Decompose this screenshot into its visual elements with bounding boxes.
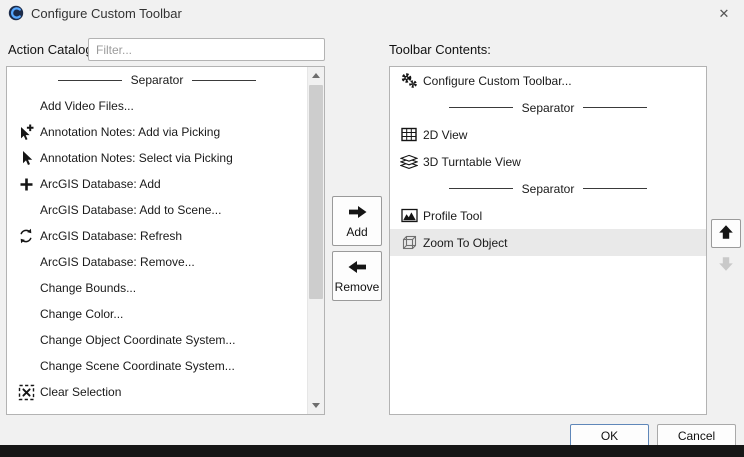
triangle-up-icon [312, 73, 320, 78]
move-up-button[interactable] [711, 219, 741, 248]
list-item-label: Change Bounds... [40, 281, 136, 295]
separator-label: Separator [131, 73, 184, 87]
background-strip [0, 445, 744, 451]
list-item[interactable]: Zoom To Object [390, 229, 706, 256]
list-item-label: Change Scene Coordinate System... [40, 359, 235, 373]
close-icon[interactable]: ✕ [708, 0, 740, 27]
toolbar-contents-list: Configure Custom Toolbar... Separator 2D V… [389, 66, 707, 415]
toolbar-contents-label: Toolbar Contents: [389, 38, 491, 61]
action-catalog-list: Separator Add Video Files... Annotation No… [6, 66, 325, 415]
list-item[interactable]: ArcGIS Database: Add [7, 171, 307, 197]
gears-icon [395, 72, 423, 89]
add-button-label: Add [346, 225, 367, 239]
separator-line [583, 188, 647, 189]
app-logo-icon [8, 5, 24, 21]
list-item-label: Zoom To Object [423, 236, 507, 250]
list-item[interactable]: Configure Custom Toolbar... [390, 67, 706, 94]
list-item[interactable]: Change Color... [7, 301, 307, 327]
list-item-separator[interactable]: Separator [7, 67, 307, 93]
vertical-scrollbar[interactable] [307, 67, 324, 414]
plus-icon [12, 177, 40, 192]
list-item-label: Configure Custom Toolbar... [423, 74, 572, 88]
list-item-label: Annotation Notes: Select via Picking [40, 151, 233, 165]
list-item[interactable]: 2D View [390, 121, 706, 148]
list-item[interactable]: Clear Selection [7, 379, 307, 405]
list-item[interactable]: Annotation Notes: Add via Picking [7, 119, 307, 145]
add-button[interactable]: Add [332, 196, 382, 246]
arrow-down-icon [718, 256, 734, 275]
list-item-separator[interactable]: Separator [390, 94, 706, 121]
list-item-label: Clear Selection [40, 385, 121, 399]
arrow-left-icon [347, 259, 368, 278]
list-item-label: Add Video Files... [40, 99, 134, 113]
cursor-icon [12, 150, 40, 166]
list-item-label: ArcGIS Database: Add to Scene... [40, 203, 221, 217]
separator-label: Separator [522, 101, 575, 115]
move-down-button[interactable] [711, 251, 741, 280]
list-item-separator[interactable]: Separator [390, 175, 706, 202]
separator-line [449, 188, 513, 189]
separator-line [192, 80, 256, 81]
list-item-label: ArcGIS Database: Remove... [40, 255, 195, 269]
window-title: Configure Custom Toolbar [31, 0, 182, 27]
separator-line [58, 80, 122, 81]
filter-input[interactable] [88, 38, 325, 61]
cancel-button[interactable]: Cancel [657, 424, 736, 447]
list-item[interactable]: Profile Tool [390, 202, 706, 229]
list-item[interactable]: 3D Turntable View [390, 148, 706, 175]
list-item-label: 2D View [423, 128, 467, 142]
list-item[interactable]: Add Video Files... [7, 93, 307, 119]
grid-icon [395, 127, 423, 142]
arrow-right-icon [347, 204, 368, 223]
triangle-down-icon [312, 403, 320, 408]
action-catalog-label: Action Catalog: [8, 38, 96, 61]
clear-selection-icon [12, 384, 40, 401]
list-item[interactable]: ArcGIS Database: Refresh [7, 223, 307, 249]
list-item-label: 3D Turntable View [423, 155, 521, 169]
separator-line [583, 107, 647, 108]
scrollbar-down-button[interactable] [308, 397, 324, 414]
list-item[interactable]: Change Scene Coordinate System... [7, 353, 307, 379]
separator-line [449, 107, 513, 108]
title-bar: Configure Custom Toolbar ✕ [0, 0, 744, 28]
scrollbar-up-button[interactable] [308, 67, 324, 84]
list-item-label: ArcGIS Database: Add [40, 177, 161, 191]
list-item[interactable]: ArcGIS Database: Remove... [7, 249, 307, 275]
separator-label: Separator [522, 182, 575, 196]
list-item[interactable]: Annotation Notes: Select via Picking [7, 145, 307, 171]
ok-button[interactable]: OK [570, 424, 649, 447]
cursor-plus-icon [12, 124, 40, 140]
list-item-label: Change Color... [40, 307, 123, 321]
layers-icon [395, 154, 423, 170]
refresh-icon [12, 228, 40, 244]
list-item[interactable]: Change Bounds... [7, 275, 307, 301]
remove-button[interactable]: Remove [332, 251, 382, 301]
list-item-label: Profile Tool [423, 209, 482, 223]
list-item[interactable]: Change Object Coordinate System... [7, 327, 307, 353]
cube-icon [395, 234, 423, 251]
list-item[interactable]: ArcGIS Database: Add to Scene... [7, 197, 307, 223]
configure-custom-toolbar-dialog: Configure Custom Toolbar ✕ Action Catalo… [0, 0, 744, 451]
arrow-up-icon [718, 224, 734, 243]
scrollbar-thumb[interactable] [309, 85, 323, 299]
list-item-label: ArcGIS Database: Refresh [40, 229, 182, 243]
remove-button-label: Remove [335, 280, 380, 294]
list-item-label: Annotation Notes: Add via Picking [40, 125, 220, 139]
list-item-label: Change Object Coordinate System... [40, 333, 235, 347]
profile-chart-icon [395, 208, 423, 223]
